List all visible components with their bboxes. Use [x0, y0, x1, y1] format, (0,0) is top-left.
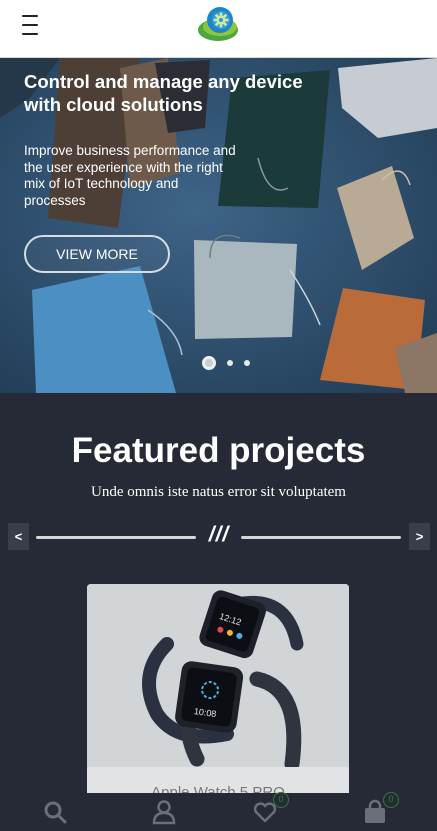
bottom-navigation: 0 0 [0, 792, 437, 831]
carousel-dot-1[interactable] [202, 356, 216, 370]
search-icon [44, 801, 67, 824]
view-more-button[interactable]: VIEW MORE [24, 235, 170, 273]
cart-button[interactable]: 0 [362, 792, 399, 825]
user-icon [152, 800, 176, 825]
smartwatch-image: 12:12 10:08 [87, 584, 349, 767]
top-header [0, 0, 437, 58]
prev-button[interactable]: < [8, 523, 29, 550]
section-subtitle: Unde omnis iste natus error sit voluptat… [91, 484, 346, 500]
next-button[interactable]: > [409, 523, 430, 550]
divider-line-right [241, 536, 401, 539]
logo-icon[interactable] [197, 3, 241, 43]
project-card[interactable]: 12:12 10:08 Apple Watch 5 PRO [87, 584, 349, 804]
carousel-dots [202, 356, 250, 370]
search-button[interactable] [42, 799, 68, 825]
wishlist-count-badge: 0 [273, 792, 289, 808]
cart-count-badge: 0 [383, 792, 399, 808]
hero-description: Improve business performance and the use… [24, 143, 236, 208]
featured-projects-section: Featured projects Unde omnis iste natus … [0, 393, 437, 831]
carousel-dot-2[interactable] [227, 360, 233, 366]
hamburger-menu-icon[interactable] [22, 13, 38, 37]
divider-mark: /// [208, 523, 230, 546]
section-title: Featured projects [71, 431, 366, 470]
divider-line-left [36, 536, 196, 539]
hero-banner: Control and manage any device with cloud… [0, 58, 437, 393]
hero-title: Control and manage any device with cloud… [24, 71, 303, 115]
account-button[interactable] [151, 799, 177, 825]
wishlist-button[interactable]: 0 [252, 792, 289, 825]
carousel-dot-3[interactable] [244, 360, 250, 366]
